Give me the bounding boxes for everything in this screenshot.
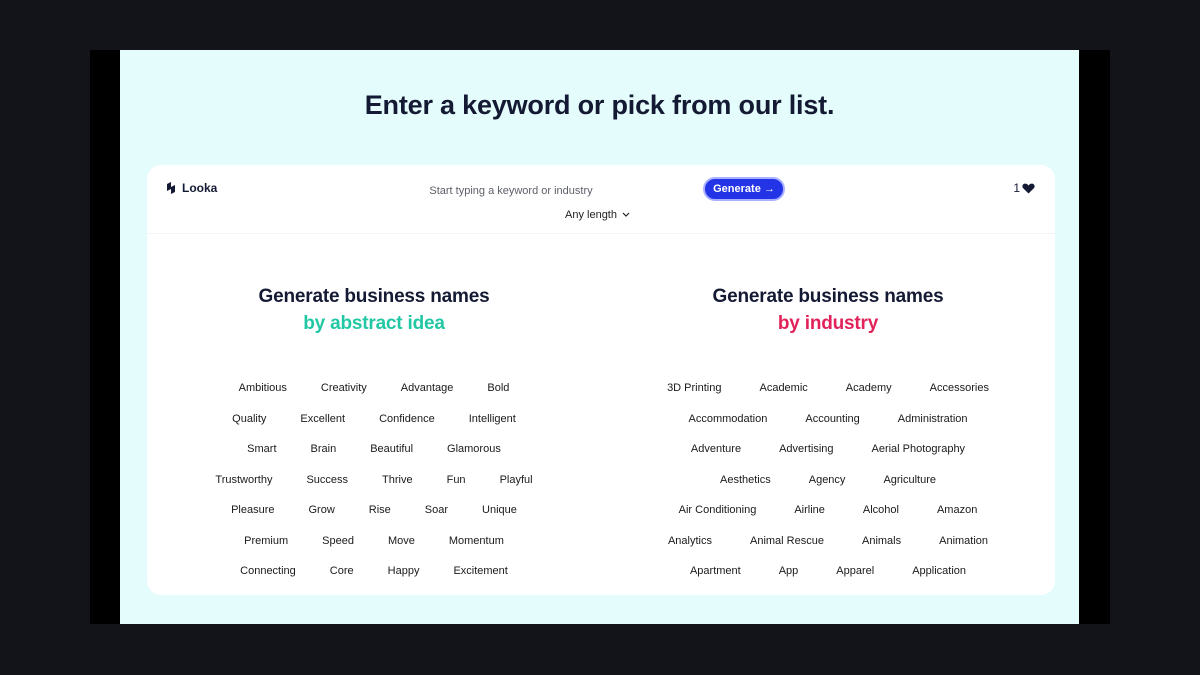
industry-row: Apartment App Apparel Application xyxy=(601,556,1055,587)
industry-keyword-link[interactable]: Accessories xyxy=(930,382,989,394)
heart-icon xyxy=(1022,183,1035,193)
abstract-row: Trustworthy Success Thrive Fun Playful xyxy=(147,465,601,496)
industry-keyword-link[interactable]: Agriculture xyxy=(883,474,936,486)
industry-keyword-link[interactable]: Aesthetics xyxy=(720,474,771,486)
industry-row: Accommodation Accounting Administration xyxy=(601,404,1055,435)
industry-keyword-link[interactable]: Apparel xyxy=(836,565,874,577)
industry-keyword-link[interactable]: Alcohol xyxy=(863,504,899,516)
abstract-title: Generate business names xyxy=(258,286,490,307)
looka-logo-icon xyxy=(167,182,175,194)
abstract-keyword-link[interactable]: Excellent xyxy=(300,413,345,425)
industry-keyword-link[interactable]: Airline xyxy=(794,504,825,516)
abstract-keyword-link[interactable]: Move xyxy=(388,535,415,547)
industry-keyword-link[interactable]: Apartment xyxy=(690,565,741,577)
industry-row: Analytics Animal Rescue Animals Animation xyxy=(601,526,1055,557)
chevron-down-icon xyxy=(622,212,630,217)
abstract-keyword-link[interactable]: Beautiful xyxy=(370,443,413,455)
industry-row: Air Conditioning Airline Alcohol Amazon xyxy=(601,495,1055,526)
industry-keyword-link[interactable]: Animation xyxy=(939,535,988,547)
industry-heading: Generate business names by industry xyxy=(601,283,1055,337)
industry-keyword-link[interactable]: Animals xyxy=(862,535,901,547)
industry-keyword-link[interactable]: 3D Printing xyxy=(667,382,721,394)
industry-keyword-link[interactable]: Agency xyxy=(809,474,846,486)
industry-keyword-link[interactable]: Animal Rescue xyxy=(750,535,824,547)
industry-keyword-link[interactable]: Amazon xyxy=(937,504,977,516)
abstract-keyword-link[interactable]: Quality xyxy=(232,413,266,425)
abstract-keyword-link[interactable]: Success xyxy=(306,474,348,486)
abstract-keyword-link[interactable]: Thrive xyxy=(382,474,413,486)
abstract-keyword-link[interactable]: Ambitious xyxy=(239,382,287,394)
abstract-keyword-link[interactable]: Trustworthy xyxy=(215,474,272,486)
industry-keyword-link[interactable]: Academy xyxy=(846,382,892,394)
abstract-row: Premium Speed Move Momentum xyxy=(147,526,601,557)
page-headline: Enter a keyword or pick from our list. xyxy=(364,90,835,120)
industry-row: Aesthetics Agency Agriculture xyxy=(601,465,1055,496)
industry-title: Generate business names xyxy=(712,286,944,307)
abstract-keyword-list: Ambitious Creativity Advantage Bold Quality E… xyxy=(147,373,601,595)
abstract-keyword-link[interactable]: Advantage xyxy=(401,382,454,394)
industry-row: ArchitectureAromatherapyArt xyxy=(601,587,1055,596)
industry-keyword-link[interactable]: Academic xyxy=(759,382,807,394)
length-dropdown[interactable]: Any length xyxy=(565,209,630,221)
industry-row: 3D Printing Academic Academy Accessories xyxy=(601,373,1055,404)
abstract-keyword-link[interactable]: Glamorous xyxy=(447,443,501,455)
abstract-keyword-link[interactable]: Smart xyxy=(247,443,276,455)
generate-button-label: Generate → xyxy=(713,183,775,195)
logo-text: Looka xyxy=(182,181,218,195)
industry-keyword-link[interactable]: Application xyxy=(912,565,966,577)
abstract-keyword-link[interactable]: Connecting xyxy=(240,565,296,577)
abstract-row: Pleasure Grow Rise Soar Unique xyxy=(147,495,601,526)
abstract-keyword-link[interactable]: Core xyxy=(330,565,354,577)
toolbar: Looka Generate → Any length 1 xyxy=(147,165,1055,234)
abstract-subtitle: by abstract idea xyxy=(303,313,445,334)
industry-subtitle: by industry xyxy=(777,313,879,334)
abstract-keyword-link[interactable]: Grow xyxy=(309,504,335,516)
abstract-keyword-link[interactable]: Soar xyxy=(425,504,448,516)
abstract-row: Quality Excellent Confidence Intelligent xyxy=(147,404,601,435)
industry-keyword-list: 3D Printing Academic Academy Accessories Acc… xyxy=(601,373,1055,595)
looka-logo[interactable]: Looka xyxy=(165,181,217,195)
industry-keyword-link[interactable]: Analytics xyxy=(668,535,712,547)
abstract-keyword-link[interactable]: Unique xyxy=(482,504,517,516)
abstract-keyword-link[interactable]: Creativity xyxy=(321,382,367,394)
abstract-keyword-link[interactable]: Intelligent xyxy=(469,413,516,425)
name-generator-card: Looka Generate → Any length 1 Generate b… xyxy=(147,165,1055,595)
keyword-search-input[interactable] xyxy=(409,179,613,203)
abstract-row: Connecting Core Happy Excitement xyxy=(147,556,601,587)
length-dropdown-label: Any length xyxy=(565,209,617,221)
abstract-keyword-link[interactable]: Momentum xyxy=(449,535,504,547)
industry-keyword-link[interactable]: Aerial Photography xyxy=(872,443,966,455)
abstract-keyword-link[interactable]: Excitement xyxy=(453,565,507,577)
favorites-count: 1 xyxy=(1013,181,1020,195)
abstract-row: Ambitious Creativity Advantage Bold xyxy=(147,373,601,404)
industry-keyword-link[interactable]: Air Conditioning xyxy=(679,504,757,516)
favorites-button[interactable]: 1 xyxy=(1013,181,1035,195)
abstract-keyword-link[interactable]: Rise xyxy=(369,504,391,516)
abstract-row: JoyBlissVibrantTerrificEffective xyxy=(147,587,601,596)
stage: Enter a keyword or pick from our list. L… xyxy=(120,50,1079,624)
abstract-heading: Generate business names by abstract idea xyxy=(147,283,601,337)
generate-button[interactable]: Generate → xyxy=(703,177,785,201)
abstract-keyword-link[interactable]: Playful xyxy=(500,474,533,486)
industry-row: Adventure Advertising Aerial Photography xyxy=(601,434,1055,465)
abstract-row: Smart Brain Beautiful Glamorous xyxy=(147,434,601,465)
industry-keyword-link[interactable]: Adventure xyxy=(691,443,741,455)
abstract-keyword-link[interactable]: Speed xyxy=(322,535,354,547)
abstract-keyword-link[interactable]: Bold xyxy=(487,382,509,394)
abstract-keyword-link[interactable]: Premium xyxy=(244,535,288,547)
industry-keyword-link[interactable]: Accommodation xyxy=(688,413,767,425)
abstract-keyword-link[interactable]: Fun xyxy=(447,474,466,486)
industry-keyword-link[interactable]: Administration xyxy=(898,413,968,425)
abstract-keyword-link[interactable]: Pleasure xyxy=(231,504,274,516)
industry-keyword-link[interactable]: Accounting xyxy=(805,413,859,425)
abstract-keyword-link[interactable]: Happy xyxy=(388,565,420,577)
abstract-keyword-link[interactable]: Brain xyxy=(311,443,337,455)
abstract-keyword-link[interactable]: Confidence xyxy=(379,413,435,425)
industry-keyword-link[interactable]: Advertising xyxy=(779,443,833,455)
industry-keyword-link[interactable]: App xyxy=(779,565,799,577)
